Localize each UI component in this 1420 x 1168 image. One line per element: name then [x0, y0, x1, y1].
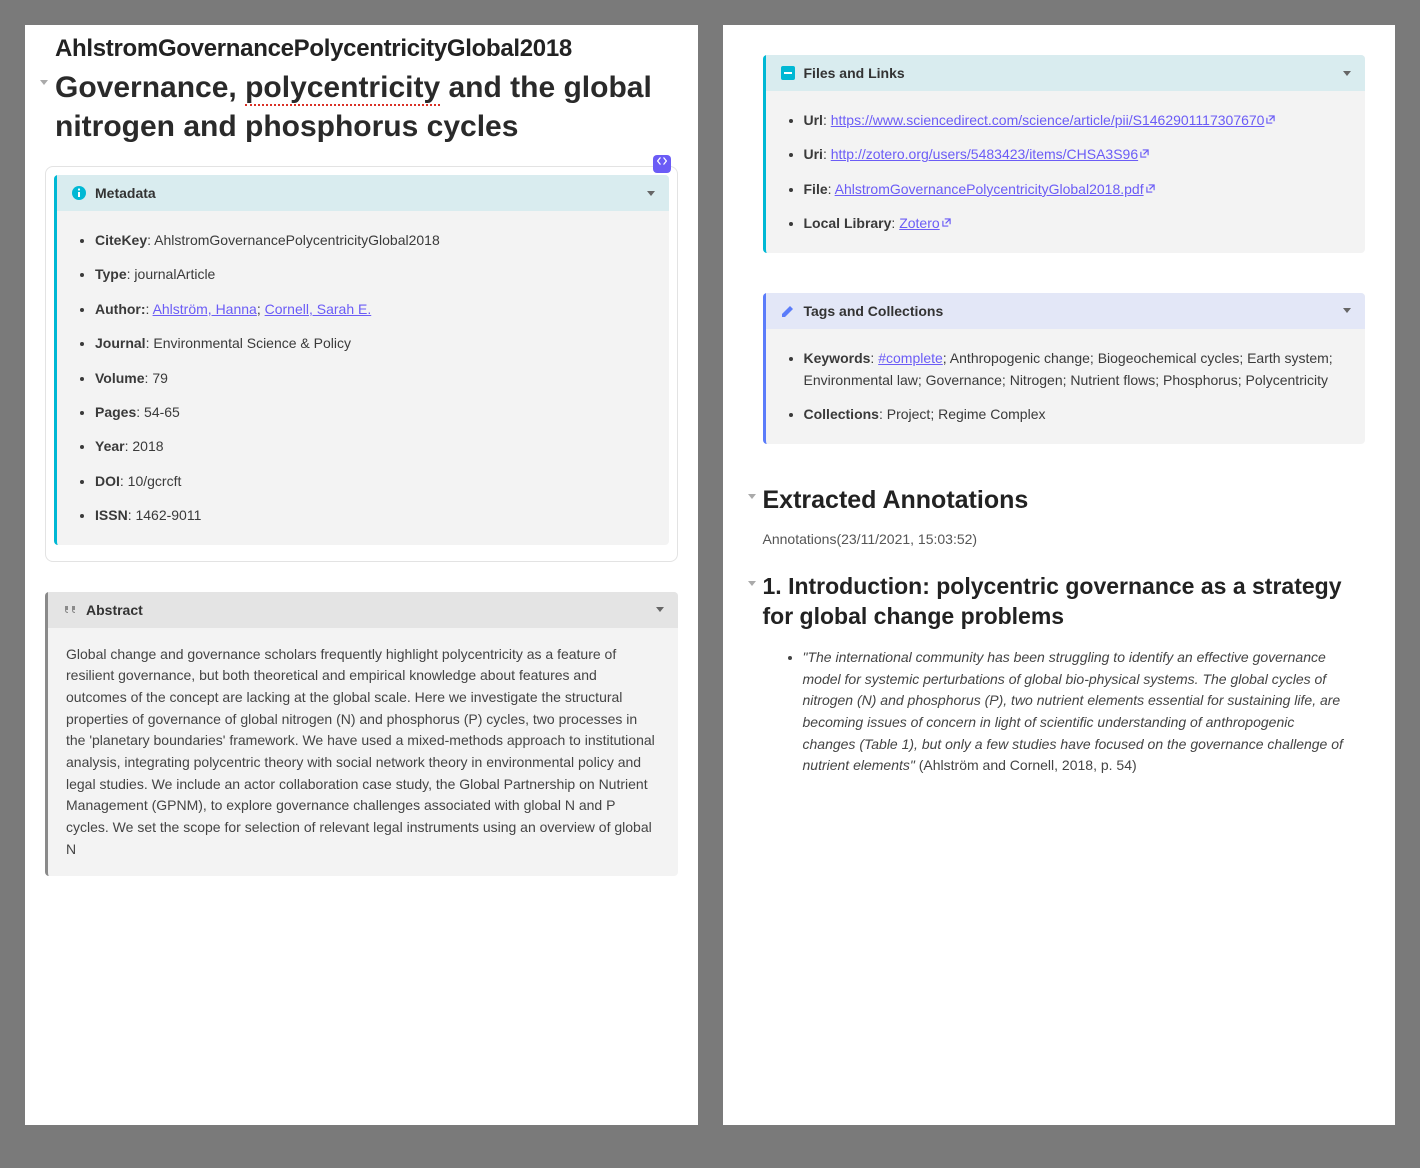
meta-issn: ISSN: 1462-9011	[95, 504, 649, 526]
meta-doi: DOI: 10/gcrcft	[95, 470, 649, 492]
files-header[interactable]: Files and Links	[766, 55, 1366, 91]
chevron-down-icon	[647, 191, 655, 196]
meta-journal: Journal: Environmental Science & Policy	[95, 332, 649, 354]
chevron-down-icon	[1343, 308, 1351, 313]
external-link-icon	[1146, 184, 1155, 193]
meta-type: Type: journalArticle	[95, 263, 649, 285]
abstract-body: Global change and governance scholars fr…	[48, 628, 678, 877]
metadata-callout: Metadata CiteKey: AhlstromGovernancePoly…	[54, 175, 669, 545]
author-link-2[interactable]: Cornell, Sarah E.	[265, 301, 372, 317]
metadata-body: CiteKey: AhlstromGovernancePolycentricit…	[57, 211, 669, 545]
annotation-quote: "The international community has been st…	[803, 647, 1346, 777]
meta-pages: Pages: 54-65	[95, 401, 649, 423]
page-right: Files and Links Url: https://www.science…	[723, 25, 1396, 1125]
tags-header[interactable]: Tags and Collections	[766, 293, 1366, 329]
external-link-icon	[942, 218, 951, 227]
files-local: Local Library: Zotero	[804, 212, 1346, 234]
fold-caret-icon[interactable]	[40, 80, 48, 85]
annotation-quote-list: "The international community has been st…	[763, 647, 1366, 777]
page-left: AhlstromGovernancePolycentricityGlobal20…	[25, 25, 698, 1125]
external-link-icon	[1266, 115, 1275, 124]
uri-link[interactable]: http://zotero.org/users/5483423/items/CH…	[831, 146, 1149, 162]
tags-callout: Tags and Collections Keywords: #complete…	[763, 293, 1366, 444]
abstract-title: Abstract	[86, 602, 648, 618]
quote-icon	[62, 602, 78, 618]
pencil-icon	[780, 303, 796, 319]
meta-author: Author:: Ahlström, Hanna; Cornell, Sarah…	[95, 298, 649, 320]
tags-title: Tags and Collections	[804, 303, 1336, 319]
code-block-indicator-icon[interactable]	[653, 155, 671, 173]
files-url: Url: https://www.sciencedirect.com/scien…	[804, 109, 1346, 131]
fold-caret-icon[interactable]	[748, 494, 756, 499]
meta-volume: Volume: 79	[95, 367, 649, 389]
url-link[interactable]: https://www.sciencedirect.com/science/ar…	[831, 112, 1276, 128]
metadata-block: Metadata CiteKey: AhlstromGovernancePoly…	[45, 166, 678, 562]
meta-year: Year: 2018	[95, 435, 649, 457]
tag-link-complete[interactable]: #complete	[878, 350, 943, 366]
tags-keywords: Keywords: #complete; Anthropogenic chang…	[804, 347, 1346, 392]
chevron-down-icon	[656, 607, 664, 612]
files-file: File: AhlstromGovernancePolycentricityGl…	[804, 178, 1346, 200]
minus-square-icon	[780, 65, 796, 81]
intro-heading: 1. Introduction: polycentric governance …	[763, 572, 1366, 632]
file-link[interactable]: AhlstromGovernancePolycentricityGlobal20…	[835, 181, 1155, 197]
tags-collections: Collections: Project; Regime Complex	[804, 403, 1346, 425]
author-link-1[interactable]: Ahlström, Hanna	[153, 301, 257, 317]
external-link-icon	[1140, 149, 1149, 158]
annotations-timestamp: Annotations(23/11/2021, 15:03:52)	[763, 531, 1366, 547]
metadata-header[interactable]: Metadata	[57, 175, 669, 211]
zotero-link[interactable]: Zotero	[899, 215, 950, 231]
info-icon	[71, 185, 87, 201]
citekey-heading: AhlstromGovernancePolycentricityGlobal20…	[55, 35, 698, 63]
files-title: Files and Links	[804, 65, 1336, 81]
tags-body: Keywords: #complete; Anthropogenic chang…	[766, 329, 1366, 444]
files-body: Url: https://www.sciencedirect.com/scien…	[766, 91, 1366, 253]
files-uri: Uri: http://zotero.org/users/5483423/ite…	[804, 143, 1346, 165]
metadata-title: Metadata	[95, 185, 639, 201]
paper-title: Governance, polycentricity and the globa…	[55, 68, 668, 146]
abstract-header[interactable]: Abstract	[48, 592, 678, 628]
chevron-down-icon	[1343, 71, 1351, 76]
extracted-heading: Extracted Annotations	[763, 484, 1366, 517]
files-callout: Files and Links Url: https://www.science…	[763, 55, 1366, 253]
abstract-callout: Abstract Global change and governance sc…	[45, 592, 678, 877]
meta-citekey: CiteKey: AhlstromGovernancePolycentricit…	[95, 229, 649, 251]
fold-caret-icon[interactable]	[748, 581, 756, 586]
